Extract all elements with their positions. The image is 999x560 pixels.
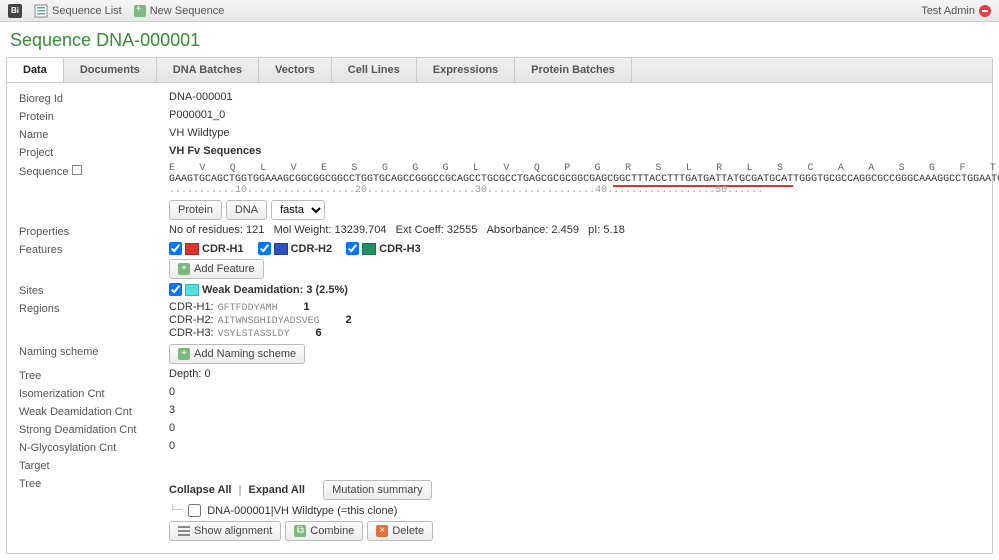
features-label: Features — [19, 242, 169, 256]
sequence-ruler: ...........10..................20.......… — [169, 185, 999, 196]
sequence-list-label: Sequence List — [52, 5, 122, 17]
naming-label: Naming scheme — [19, 344, 169, 358]
weak-deamid-label: Weak Deamidation: 3 (2.5%) — [202, 284, 348, 296]
topbar-left: Bi Sequence List New Sequence — [8, 4, 224, 18]
weak-deamid-cnt-value: 3 — [169, 404, 980, 416]
regions-value: CDR-H1: GFTFDDYAMH1 CDR-H2: AITWNSGHIDYA… — [169, 301, 980, 340]
project-value: VH Fv Sequences — [169, 145, 980, 157]
expand-icon[interactable] — [72, 165, 82, 175]
delete-icon: × — [376, 525, 388, 537]
weak-deamid-color — [185, 284, 199, 296]
tree2-label: Tree — [19, 476, 169, 490]
expand-all-link[interactable]: Expand All — [249, 484, 305, 496]
list-icon — [34, 4, 48, 18]
weak-deamid-checkbox[interactable] — [169, 283, 182, 296]
show-alignment-button[interactable]: Show alignment — [169, 521, 281, 541]
cdr-h1-label: CDR-H1 — [202, 243, 244, 255]
name-value: VH Wildtype — [169, 127, 980, 139]
isomerization-label: Isomerization Cnt — [19, 386, 169, 400]
protein-label: Protein — [19, 109, 169, 123]
app-logo[interactable]: Bi — [8, 4, 22, 18]
cdr-h2-color — [274, 243, 288, 255]
cdr-h2-checkbox[interactable] — [258, 242, 271, 255]
project-label: Project — [19, 145, 169, 159]
bioreg-id-label: Bioreg Id — [19, 91, 169, 105]
sites-value: Weak Deamidation: 3 (2.5%) — [169, 283, 980, 296]
cdr-h1-color — [185, 243, 199, 255]
topbar: Bi Sequence List New Sequence Test Admin — [0, 0, 999, 22]
align-icon — [178, 526, 190, 536]
tab-cell-lines[interactable]: Cell Lines — [332, 58, 417, 82]
dna-sequence: GAAGTGCAGCTGGTGGAAAGCGGCGGCGGCCTGGTGCAGC… — [169, 174, 999, 185]
add-naming-button[interactable]: +Add Naming scheme — [169, 344, 305, 364]
features-value: CDR-H1 CDR-H2 CDR-H3 +Add Feature — [169, 242, 980, 279]
logout-icon[interactable] — [979, 5, 991, 17]
main-panel: Data Documents DNA Batches Vectors Cell … — [6, 57, 993, 554]
sequence-list-link[interactable]: Sequence List — [34, 4, 122, 18]
cdr-h3-label: CDR-H3 — [379, 243, 421, 255]
cdr-h2-label: CDR-H2 — [291, 243, 333, 255]
tab-documents[interactable]: Documents — [64, 58, 157, 82]
new-sequence-link[interactable]: New Sequence — [134, 5, 225, 17]
clone-checkbox[interactable] — [188, 504, 201, 517]
page-title: Sequence DNA-000001 — [0, 22, 999, 57]
logo-icon: Bi — [8, 4, 22, 18]
weak-deamid-cnt-label: Weak Deamidation Cnt — [19, 404, 169, 418]
strong-deamid-cnt-label: Strong Deamidation Cnt — [19, 422, 169, 436]
nglyc-cnt-value: 0 — [169, 440, 980, 452]
cdr-h1-checkbox[interactable] — [169, 242, 182, 255]
tree-depth: Depth: 0 — [169, 368, 980, 380]
tabs: Data Documents DNA Batches Vectors Cell … — [7, 58, 992, 83]
new-sequence-label: New Sequence — [150, 5, 225, 17]
delete-button[interactable]: ×Delete — [367, 521, 433, 541]
format-select[interactable]: fasta — [271, 200, 325, 220]
user-label: Test Admin — [921, 5, 975, 17]
tree-label: Tree — [19, 368, 169, 382]
sequence-display: E V Q L V E S G G G L V Q P G R S L R L … — [169, 163, 999, 220]
collapse-all-link[interactable]: Collapse All — [169, 484, 232, 496]
target-label: Target — [19, 458, 169, 472]
sequence-label: Sequence — [19, 163, 169, 178]
combine-button[interactable]: ⧉Combine — [285, 521, 363, 541]
cdr-h3-color — [362, 243, 376, 255]
combine-icon: ⧉ — [294, 525, 306, 537]
bioreg-id-value: DNA-000001 — [169, 91, 980, 103]
add-feature-button[interactable]: +Add Feature — [169, 259, 264, 279]
tab-vectors[interactable]: Vectors — [259, 58, 332, 82]
add-icon: + — [178, 263, 190, 275]
tab-dna-batches[interactable]: DNA Batches — [157, 58, 259, 82]
add-icon: + — [178, 348, 190, 360]
name-label: Name — [19, 127, 169, 141]
tree-actions: Collapse All | Expand All Mutation summa… — [169, 476, 980, 541]
dna-view-button[interactable]: DNA — [226, 200, 267, 220]
properties-value: No of residues: 121 Mol Weight: 13239.70… — [169, 224, 980, 236]
isomerization-value: 0 — [169, 386, 980, 398]
mutation-summary-button[interactable]: Mutation summary — [323, 480, 431, 500]
protein-value: P000001_0 — [169, 109, 980, 121]
content: Bioreg IdDNA-000001 ProteinP000001_0 Nam… — [7, 83, 992, 553]
plus-icon — [134, 5, 146, 17]
nglyc-cnt-label: N-Glycosylation Cnt — [19, 440, 169, 454]
regions-label: Regions — [19, 301, 169, 315]
strong-deamid-cnt-value: 0 — [169, 422, 980, 434]
topbar-right: Test Admin — [921, 5, 991, 17]
properties-label: Properties — [19, 224, 169, 238]
tab-data[interactable]: Data — [7, 58, 64, 82]
cdr-h3-checkbox[interactable] — [346, 242, 359, 255]
sites-label: Sites — [19, 283, 169, 297]
protein-sequence: E V Q L V E S G G G L V Q P G R S L R L … — [169, 163, 999, 174]
protein-view-button[interactable]: Protein — [169, 200, 222, 220]
tab-protein-batches[interactable]: Protein Batches — [515, 58, 632, 82]
tab-expressions[interactable]: Expressions — [417, 58, 515, 82]
